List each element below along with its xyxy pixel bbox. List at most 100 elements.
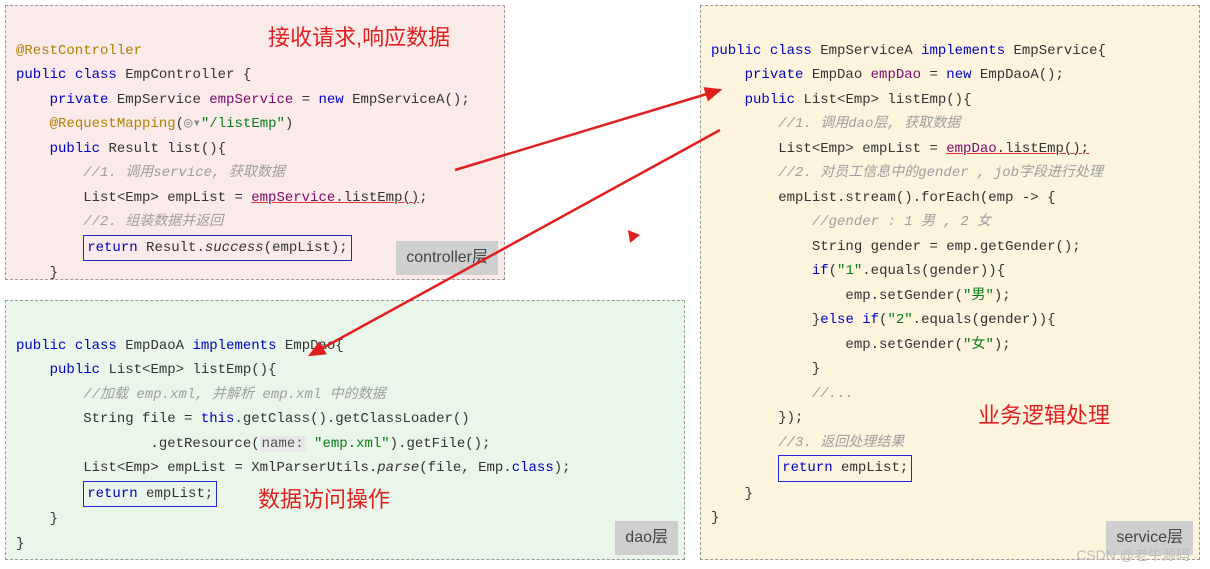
type-empdao: EmpDao (812, 67, 862, 83)
close-brace: } (50, 265, 58, 280)
kw-public2: public (745, 92, 795, 108)
call-empservice: empService (251, 190, 335, 206)
kw-public: public (16, 338, 66, 354)
kw-implements: implements (192, 338, 276, 354)
return-args: (empList); (264, 240, 348, 256)
callout-controller: 接收请求,响应数据 (268, 20, 450, 52)
method-list: Result list(){ (108, 141, 226, 157)
type-empservice: EmpService (117, 92, 201, 108)
paren-open: ( (176, 116, 184, 132)
parse-call: parse (377, 460, 419, 476)
ctor-empservicea: EmpServiceA(); (352, 92, 470, 108)
kw-public: public (711, 43, 761, 59)
line-emplist: List<Emp> empList = (83, 190, 251, 206)
return-result: Result. (138, 240, 205, 256)
kw-private: private (745, 67, 804, 83)
kw-return: return (87, 240, 137, 256)
close-lambda: }); (778, 410, 803, 426)
service-code-box: public class EmpServiceA implements EmpS… (700, 5, 1200, 560)
dao-code-box: public class EmpDaoA implements EmpDao{ … (5, 300, 685, 560)
line-parse-a: List<Emp> empList = XmlParserUtils. (83, 460, 377, 476)
call-empdao: empDao (946, 141, 996, 157)
line-file-a: String file = (83, 411, 201, 427)
kw-public2: public (50, 141, 100, 157)
iface-empservice: EmpService{ (1014, 43, 1106, 59)
class-name: EmpServiceA (820, 43, 912, 59)
success-call: success (205, 240, 264, 256)
line-parse-b: (file, Emp. (419, 460, 511, 476)
comment-1: //加载 emp.xml, 并解析 emp.xml 中的数据 (83, 387, 385, 403)
line-resource-b: ).getFile(); (390, 436, 491, 452)
comment-2: //2. 组装数据并返回 (83, 214, 223, 230)
line-foreach: empList.stream().forEach(emp -> { (778, 190, 1055, 206)
close-brace2: } (711, 510, 719, 526)
comment-1: //1. 调用dao层, 获取数据 (778, 116, 960, 132)
comment-4: //... (812, 386, 854, 402)
kw-implements: implements (921, 43, 1005, 59)
callout-service: 业务逻辑处理 (978, 398, 1110, 430)
kw-public: public (16, 67, 66, 83)
comment-1: //1. 调用service, 获取数据 (83, 165, 285, 181)
kw-if: if (812, 263, 829, 279)
globe-icon: ◎▾ (184, 116, 201, 132)
str-2: "2" (887, 312, 912, 328)
class-name: EmpController { (125, 67, 251, 83)
line-file-b: .getClass().getClassLoader() (234, 411, 469, 427)
field-empservice: empService (209, 92, 293, 108)
string-empxml: "emp.xml" (306, 436, 390, 452)
set-gender-a: emp.setGender( (845, 288, 963, 304)
set-gender-c: emp.setGender( (845, 337, 963, 353)
kw-new: new (946, 67, 971, 83)
eq-gender2: .equals(gender)){ (913, 312, 1056, 328)
str-female: "女" (963, 337, 994, 353)
return-highlight: return empList; (778, 455, 912, 482)
eq-gender: .equals(gender)){ (862, 263, 1005, 279)
eq: = (929, 67, 946, 83)
close-brace2: } (16, 536, 24, 552)
set-gender-d: ); (994, 337, 1011, 353)
ctor-empdaoa: EmpDaoA(); (980, 67, 1064, 83)
line-parse-c: ); (554, 460, 571, 476)
semi: ; (419, 190, 427, 206)
class-name: EmpDaoA (125, 338, 184, 354)
return-emplist: empList; (833, 460, 909, 476)
kw-return: return (87, 486, 137, 502)
eq: = (302, 92, 319, 108)
set-gender-b: ); (994, 288, 1011, 304)
paren-close: ) (285, 116, 293, 132)
brace2: } (812, 361, 820, 377)
str-1: "1" (837, 263, 862, 279)
line-resource-a: .getResource( (16, 436, 260, 452)
call-listemp: .listEmp() (335, 190, 419, 206)
kw-return: return (782, 460, 832, 476)
return-emplist: empList; (138, 486, 214, 502)
return-highlight: return empList; (83, 481, 217, 508)
kw-new: new (318, 92, 343, 108)
kw-class: class (75, 67, 117, 83)
callout-dao: 数据访问操作 (258, 482, 390, 514)
method-listemp: List<Emp> listEmp(){ (803, 92, 971, 108)
kw-this: this (201, 411, 235, 427)
annotation-requestmapping: @RequestMapping (50, 116, 176, 132)
call-listemp: .listEmp(); (997, 141, 1089, 157)
comment-2: //2. 对员工信息中的gender , job字段进行处理 (778, 165, 1103, 181)
param-hint-name: name: (260, 436, 306, 452)
field-empdao: empDao (871, 67, 921, 83)
comment-5: //3. 返回处理结果 (778, 435, 904, 451)
line-emplist-a: List<Emp> empList = (778, 141, 946, 157)
paren: ( (829, 263, 837, 279)
mapping-path: "/listEmp" (201, 116, 285, 132)
kw-elseif: else if (820, 312, 879, 328)
line-gender: String gender = emp.getGender(); (812, 239, 1081, 255)
kw-class: class (75, 338, 117, 354)
kw-class: class (770, 43, 812, 59)
iface-empdao: EmpDao{ (285, 338, 344, 354)
str-male: "男" (963, 288, 994, 304)
close-brace: } (50, 511, 58, 527)
kw-private: private (50, 92, 109, 108)
kw-public2: public (50, 362, 100, 378)
kw-class-token: class (512, 460, 554, 476)
layer-tag-controller: controller层 (396, 241, 498, 275)
return-highlight: return Result.success(empList); (83, 235, 351, 262)
method-listemp: List<Emp> listEmp(){ (108, 362, 276, 378)
